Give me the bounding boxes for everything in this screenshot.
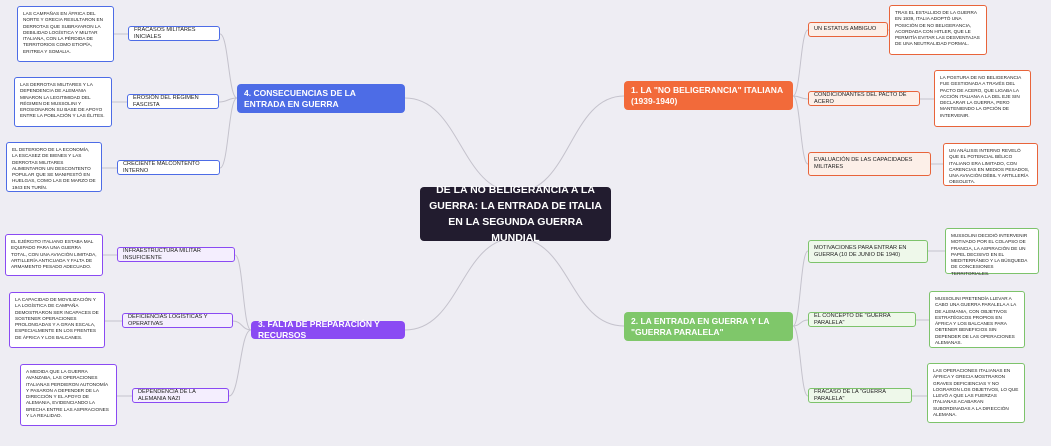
branch-entrada-en-guerra-label: 2. LA ENTRADA EN GUERRA Y LA "GUERRA PAR…: [631, 315, 770, 337]
note-erosion-regimen-text: LAS DERROTAS MILITARES Y LA DEPENDENCIA …: [20, 82, 105, 119]
mind-map: DE LA NO BELIGERANCIA A LA GUERRA: LA EN…: [0, 0, 1051, 446]
note-motivaciones[interactable]: MUSSOLINI DECIDIÓ INTERVENIR MOTIVADO PO…: [945, 228, 1039, 276]
topic-fracasos-militares-label: FRACASOS MILITARES INICIALES: [134, 26, 196, 40]
topic-deficiencias-logisticas[interactable]: DEFICIENCIAS LOGÍSTICAS Y OPERATIVAS: [122, 313, 233, 328]
note-concepto-guerra-paralela[interactable]: MUSSOLINI PRETENDÍA LLEVAR A CABO UNA GU…: [929, 291, 1025, 348]
topic-fracaso-guerra-paralela-label: FRACASO DE LA "GUERRA PARALELA": [814, 388, 886, 402]
note-dependencia-alemania-text: A MEDIDA QUE LA GUERRA AVANZABA, LAS OPE…: [26, 369, 109, 419]
note-pacto-de-acero[interactable]: LA POSTURA DE NO BELIGERANCIA FUE GESTIO…: [934, 70, 1031, 127]
connector-line: [792, 95, 809, 165]
note-capacidades-militares[interactable]: UN ANÁLISIS INTERNO REVELÓ QUE EL POTENC…: [943, 143, 1038, 186]
topic-estatus-ambiguo[interactable]: UN ESTATUS AMBIGUO: [808, 22, 888, 37]
topic-capacidades-militares[interactable]: EVALUACIÓN DE LAS CAPACIDADES MILITARES: [808, 152, 931, 176]
connector-line: [792, 29, 809, 97]
note-pacto-de-acero-text: LA POSTURA DE NO BELIGERANCIA FUE GESTIO…: [940, 75, 1022, 118]
topic-erosion-regimen[interactable]: EROSIÓN DEL RÉGIMEN FASCISTA: [127, 94, 219, 109]
connector-line: [792, 325, 809, 397]
note-infraestructura-text: EL EJÉRCITO ITALIANO ESTABA MAL EQUIPADO…: [11, 239, 97, 270]
topic-fracaso-guerra-paralela[interactable]: FRACASO DE LA "GUERRA PARALELA": [808, 388, 912, 403]
branch-entrada-en-guerra[interactable]: 2. LA ENTRADA EN GUERRA Y LA "GUERRA PAR…: [624, 312, 793, 341]
connector-line: [404, 97, 517, 193]
branch-falta-de-preparacion[interactable]: 3. FALTA DE PREPARACIÓN Y RECURSOS: [251, 319, 405, 340]
central-topic[interactable]: DE LA NO BELIGERANCIA A LA GUERRA: LA EN…: [420, 184, 611, 244]
topic-dependencia-alemania-label: DEPENDENCIA DE LA ALEMANIA NAZI: [138, 388, 196, 402]
topic-dependencia-alemania[interactable]: DEPENDENCIA DE LA ALEMANIA NAZI: [132, 388, 229, 403]
branch-no-beligerancia[interactable]: 1. LA "NO BELIGERANCIA" ITALIANA (1939-1…: [624, 81, 793, 110]
connector-line: [404, 237, 517, 331]
connector-line: [515, 95, 625, 193]
note-deficiencias-logisticas-text: LA CAPACIDAD DE MOVILIZACIÓN Y LA LOGÍST…: [15, 297, 99, 340]
note-concepto-guerra-paralela-text: MUSSOLINI PRETENDÍA LLEVAR A CABO UNA GU…: [935, 296, 1016, 346]
connector-line: [792, 250, 809, 327]
topic-deficiencias-logisticas-label: DEFICIENCIAS LOGÍSTICAS Y OPERATIVAS: [128, 313, 208, 327]
branch-falta-de-preparacion-label: 3. FALTA DE PREPARACIÓN Y RECURSOS: [258, 319, 380, 340]
note-estatus-ambiguo[interactable]: TRAS EL ESTALLIDO DE LA GUERRA EN 1939, …: [889, 5, 987, 55]
note-deficiencias-logisticas[interactable]: LA CAPACIDAD DE MOVILIZACIÓN Y LA LOGÍST…: [9, 292, 105, 348]
note-malcontento-interno-text: EL DETERIORO DE LA ECONOMÍA, LA ESCASEZ …: [12, 147, 96, 190]
topic-malcontento-interno[interactable]: CRECIENTE MALCONTENTO INTERNO: [117, 160, 220, 175]
note-erosion-regimen[interactable]: LAS DERROTAS MILITARES Y LA DEPENDENCIA …: [14, 77, 112, 127]
connector-line: [515, 237, 625, 327]
branch-consecuencias-label: 4. CONSECUENCIAS DE LA ENTRADA EN GUERRA: [244, 87, 356, 109]
topic-motivaciones[interactable]: MOTIVACIONES PARA ENTRAR EN GUERRA (10 D…: [808, 240, 928, 263]
topic-infraestructura-label: INFRAESTRUCTURA MILITAR INSUFICIENTE: [123, 247, 201, 261]
note-fracasos-militares-text: LAS CAMPAÑAS EN ÁFRICA DEL NORTE Y GRECI…: [23, 11, 104, 54]
topic-erosion-regimen-label: EROSIÓN DEL RÉGIMEN FASCISTA: [133, 94, 199, 108]
topic-pacto-de-acero-label: CONDICIONANTES DEL PACTO DE ACERO: [814, 91, 907, 105]
topic-concepto-guerra-paralela-label: EL CONCEPTO DE "GUERRA PARALELA": [814, 312, 891, 326]
branch-no-beligerancia-label: 1. LA "NO BELIGERANCIA" ITALIANA (1939-1…: [631, 84, 783, 106]
connector-line: [228, 329, 252, 397]
connector-line: [219, 33, 238, 99]
topic-capacidades-militares-label: EVALUACIÓN DE LAS CAPACIDADES MILITARES: [814, 157, 913, 170]
topic-concepto-guerra-paralela[interactable]: EL CONCEPTO DE "GUERRA PARALELA": [808, 312, 916, 327]
branch-consecuencias[interactable]: 4. CONSECUENCIAS DE LA ENTRADA EN GUERRA: [237, 84, 405, 113]
topic-malcontento-interno-label: CRECIENTE MALCONTENTO INTERNO: [123, 160, 200, 174]
note-dependencia-alemania[interactable]: A MEDIDA QUE LA GUERRA AVANZABA, LAS OPE…: [20, 364, 117, 426]
topic-estatus-ambiguo-label: UN ESTATUS AMBIGUO: [814, 26, 877, 32]
note-motivaciones-text: MUSSOLINI DECIDIÓ INTERVENIR MOTIVADO PO…: [951, 233, 1028, 276]
note-fracaso-guerra-paralela-text: LAS OPERACIONES ITALIANAS EN ÁFRICA Y GR…: [933, 368, 1019, 418]
note-fracasos-militares[interactable]: LAS CAMPAÑAS EN ÁFRICA DEL NORTE Y GRECI…: [17, 6, 114, 62]
central-topic-title: DE LA NO BELIGERANCIA A LA GUERRA: LA EN…: [429, 184, 602, 244]
note-malcontento-interno[interactable]: EL DETERIORO DE LA ECONOMÍA, LA ESCASEZ …: [6, 142, 102, 192]
connector-line: [219, 97, 238, 169]
note-capacidades-militares-text: UN ANÁLISIS INTERNO REVELÓ QUE EL POTENC…: [949, 148, 1030, 185]
topic-infraestructura[interactable]: INFRAESTRUCTURA MILITAR INSUFICIENTE: [117, 247, 235, 262]
topic-motivaciones-label: MOTIVACIONES PARA ENTRAR EN GUERRA (10 D…: [814, 244, 907, 258]
note-estatus-ambiguo-text: TRAS EL ESTALLIDO DE LA GUERRA EN 1939, …: [895, 10, 980, 47]
note-fracaso-guerra-paralela[interactable]: LAS OPERACIONES ITALIANAS EN ÁFRICA Y GR…: [927, 363, 1025, 423]
note-infraestructura[interactable]: EL EJÉRCITO ITALIANO ESTABA MAL EQUIPADO…: [5, 234, 103, 276]
connector-line: [234, 254, 252, 331]
topic-pacto-de-acero[interactable]: CONDICIONANTES DEL PACTO DE ACERO: [808, 91, 920, 106]
topic-fracasos-militares[interactable]: FRACASOS MILITARES INICIALES: [128, 26, 220, 41]
